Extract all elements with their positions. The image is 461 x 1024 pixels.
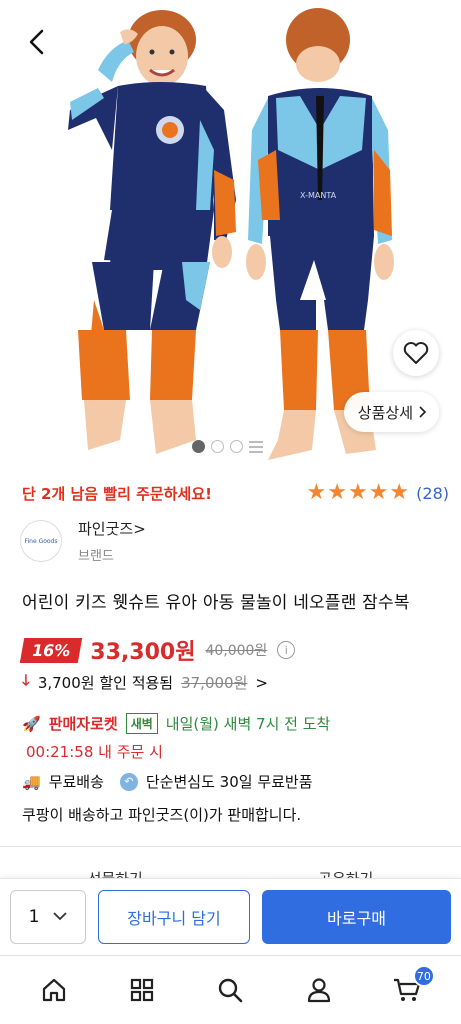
rocket-delivery-row: 🚀 판매자로켓 새벽 내일(월) 새벽 7시 전 도착: [22, 713, 330, 734]
free-return-text: 단순변심도 30일 무료반품: [145, 773, 313, 791]
purchase-bar: 1 장바구니 담기 바로구매: [0, 878, 461, 954]
suit-logo-text: X-MANTA: [300, 191, 337, 200]
search-icon: [219, 978, 243, 1003]
buy-now-button[interactable]: 바로구매: [262, 889, 451, 944]
truck-icon: 🚚: [22, 772, 41, 791]
nav-my-account[interactable]: [289, 965, 349, 1015]
return-icon: ↶: [119, 772, 138, 791]
star-icon: ★: [368, 480, 389, 505]
bottom-nav: 70: [0, 955, 461, 1024]
user-icon: [307, 978, 330, 1003]
nav-cart[interactable]: 70: [377, 965, 437, 1015]
kid-front-figure: [68, 10, 236, 454]
nav-categories[interactable]: [112, 965, 172, 1015]
star-icon: ★: [389, 480, 410, 505]
quantity-select[interactable]: 1: [10, 889, 86, 944]
review-count-link[interactable]: (28): [416, 484, 449, 503]
seller-logo-text: Fine Goods: [24, 537, 58, 545]
product-detail-label: 상품상세: [357, 403, 413, 422]
carousel-indicator: [192, 440, 263, 453]
quantity-value: 1: [28, 906, 40, 927]
back-arrow-icon: [29, 29, 44, 55]
grid-icon: [131, 978, 154, 1002]
carousel-dot[interactable]: [211, 440, 224, 453]
chevron-right-icon: >: [255, 673, 268, 692]
price-row: 16% 33,300원 40,000원 i: [19, 634, 296, 666]
free-shipping-text: 무료배송: [48, 773, 104, 791]
star-icon: ★: [306, 480, 327, 505]
more-images-icon[interactable]: [249, 440, 263, 453]
back-button[interactable]: [18, 24, 54, 60]
nav-home[interactable]: [24, 965, 84, 1015]
product-image-carousel[interactable]: X-MANTA 상품상세: [0, 0, 461, 464]
carousel-dot[interactable]: [192, 440, 205, 453]
down-arrow-icon: 🡓: [22, 671, 30, 689]
coupon-discount-text: 3,700원 할인 적용됨: [37, 674, 174, 692]
product-detail-button[interactable]: 상품상세: [343, 392, 439, 432]
product-title: 어린이 키즈 웻슈트 유아 아동 물놀이 네오플랜 잠수복: [22, 593, 410, 613]
chevron-down-icon: [53, 912, 68, 921]
divider: [0, 846, 461, 847]
chevron-right-icon: [419, 406, 427, 418]
star-icon: ★: [327, 480, 347, 505]
info-icon[interactable]: i: [277, 641, 296, 659]
discount-badge: 16%: [19, 637, 83, 663]
carousel-dot[interactable]: [230, 440, 243, 453]
order-countdown: 00:21:58 내 주문 시: [26, 743, 163, 761]
shipping-row: 🚚 무료배송 ↶ 단순변심도 30일 무료반품: [22, 771, 313, 792]
fulfillment-info: 쿠팡이 배송하고 파인굿즈(이)가 판매합니다.: [22, 806, 302, 824]
rocket-icon: 🚀: [22, 714, 41, 733]
rocket-label: 판매자로켓: [48, 715, 118, 733]
add-to-cart-button[interactable]: 장바구니 담기: [98, 889, 250, 944]
arrival-text: 내일(월) 새벽 7시 전 도착: [165, 715, 331, 733]
rating[interactable]: ★ ★ ★ ★ ★ (28): [306, 482, 449, 504]
star-icon: ★: [347, 480, 368, 505]
nav-search[interactable]: [200, 965, 260, 1015]
stock-urgency-text: 단 2개 남음 빨리 주문하세요!: [22, 484, 212, 503]
wishlist-button[interactable]: [393, 330, 439, 376]
home-icon: [42, 978, 66, 1002]
coupon-discount-row[interactable]: 🡓 3,700원 할인 적용됨 37,000원 >: [22, 670, 268, 695]
seller-name-link[interactable]: 파인굿즈>: [78, 518, 146, 539]
seller-logo: Fine Goods: [20, 520, 62, 562]
dawn-delivery-badge: 새벽: [125, 713, 158, 734]
heart-icon: [403, 342, 429, 364]
seller-row[interactable]: Fine Goods 파인굿즈> 브랜드: [20, 518, 146, 564]
seller-text: 파인굿즈> 브랜드: [78, 518, 146, 564]
original-price: 40,000원: [205, 643, 268, 659]
coupon-original-price: 37,000원: [181, 674, 248, 692]
seller-type: 브랜드: [78, 549, 114, 564]
urgency-rating-row: 단 2개 남음 빨리 주문하세요! ★ ★ ★ ★ ★ (28): [0, 476, 461, 510]
cart-count-badge: 70: [412, 965, 435, 987]
sale-price: 33,300원: [90, 640, 196, 665]
